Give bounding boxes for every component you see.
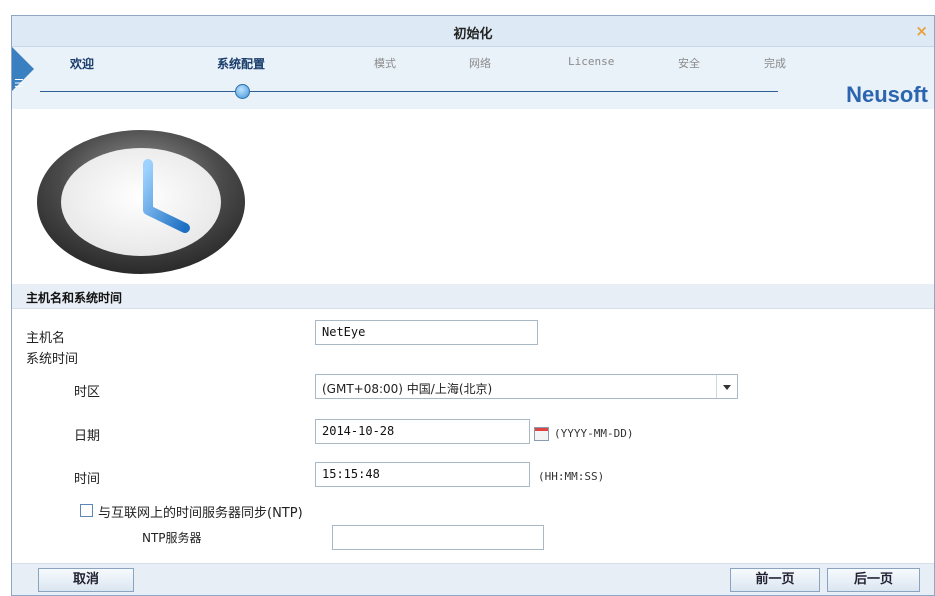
step-mode: 模式 [374, 57, 396, 70]
hostname-input[interactable]: NetEye [315, 320, 538, 345]
prev-page-button[interactable]: 前一页 [730, 568, 820, 592]
calendar-icon[interactable] [534, 427, 549, 441]
wizard-steps: ☰ 欢迎 系统配置 模式 网络 License 安全 完成 Neusoft [12, 47, 934, 109]
clock-icon [37, 130, 245, 274]
ntp-sync-checkbox[interactable] [80, 504, 93, 517]
timezone-value: (GMT+08:00) 中国/上海(北京) [322, 382, 493, 396]
section-title: 主机名和系统时间 [26, 291, 123, 305]
step-welcome: 欢迎 [70, 57, 95, 71]
date-label: 日期 [74, 429, 101, 444]
timezone-select[interactable]: (GMT+08:00) 中国/上海(北京) [315, 374, 738, 399]
current-step-indicator [235, 84, 250, 99]
progress-track [40, 91, 778, 92]
ntp-server-label: NTP服务器 [142, 531, 202, 545]
date-format-hint: (YYYY-MM-DD) [554, 427, 634, 440]
ntp-sync-label: 与互联网上的时间服务器同步(NTP) [98, 506, 303, 521]
section-header: 主机名和系统时间 [12, 284, 934, 309]
step-security: 安全 [678, 57, 700, 70]
brand-logo: Neusoft [846, 82, 928, 107]
step-network: 网络 [469, 57, 491, 70]
wizard-footer: 取消 前一页 后一页 [12, 563, 934, 595]
step-finish: 完成 [764, 57, 786, 70]
hostname-label: 主机名 [26, 331, 66, 346]
date-input[interactable]: 2014-10-28 [315, 419, 530, 444]
step-license: License [568, 55, 615, 68]
timezone-label: 时区 [74, 385, 101, 400]
close-icon[interactable]: × [915, 22, 928, 40]
list-icon[interactable]: ☰ [14, 77, 25, 91]
step-system-config: 系统配置 [217, 57, 266, 71]
window-title: 初始化 [453, 27, 493, 42]
system-time-label: 系统时间 [26, 352, 79, 367]
time-label: 时间 [74, 472, 101, 487]
time-format-hint: (HH:MM:SS) [538, 470, 605, 483]
next-page-button[interactable]: 后一页 [827, 568, 920, 592]
time-input[interactable]: 15:15:48 [315, 462, 530, 487]
chevron-down-icon[interactable] [716, 375, 737, 398]
init-wizard-window: 初始化 × ☰ 欢迎 系统配置 模式 网络 License 安全 完成 Neus… [11, 15, 935, 596]
title-bar: 初始化 × [12, 16, 934, 47]
cancel-button[interactable]: 取消 [38, 568, 134, 592]
ntp-server-input[interactable] [332, 525, 544, 550]
